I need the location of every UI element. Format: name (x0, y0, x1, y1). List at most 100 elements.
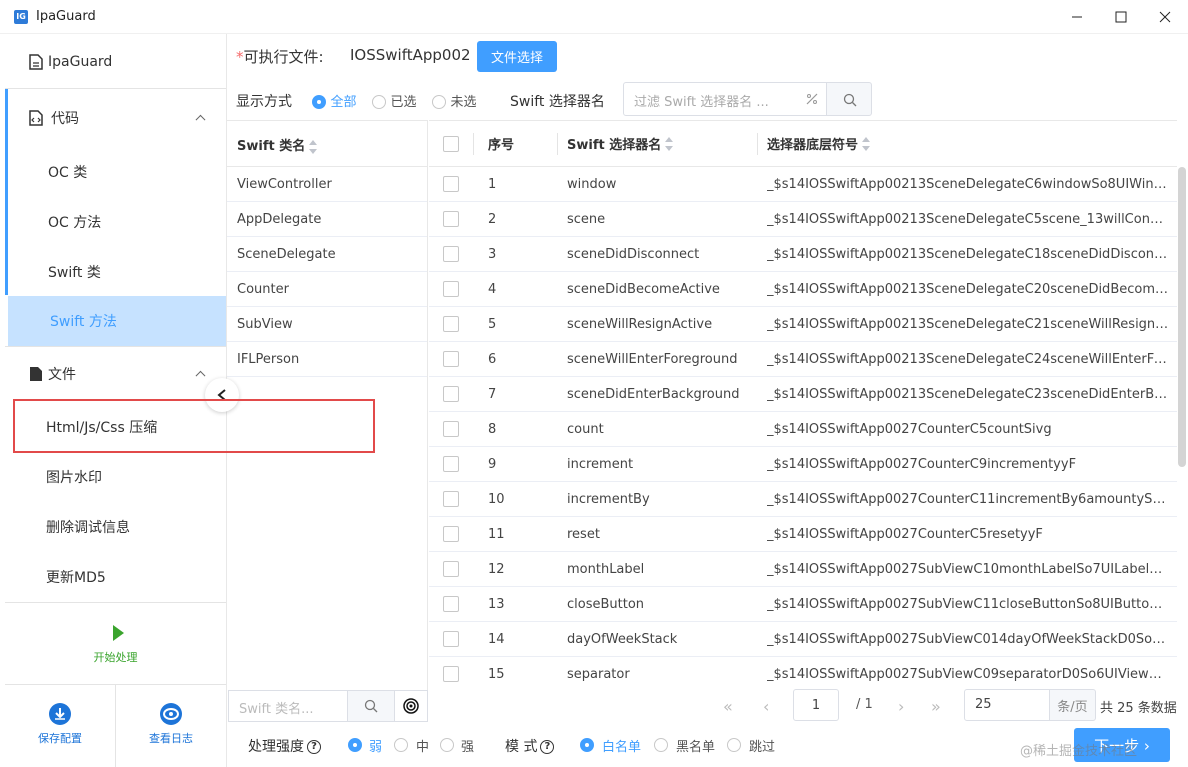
chevron-up-icon (195, 370, 206, 381)
display-selected-radio[interactable]: 已选 (372, 91, 416, 110)
window-title: IpaGuard (36, 9, 96, 24)
row-number: 11 (488, 526, 505, 542)
selector-search-button[interactable] (826, 82, 872, 116)
collapse-sidebar-button[interactable] (205, 378, 239, 412)
strength-strong-radio[interactable] (440, 737, 454, 753)
maximize-button[interactable] (1098, 0, 1144, 34)
table-row[interactable]: SceneDelegate (227, 237, 427, 272)
swift-method-table: 序号 Swift 选择器名 选择器底层符号 1 window _$s14IOSSwi… (429, 120, 1177, 690)
last-page-button[interactable]: » (931, 697, 941, 716)
row-checkbox[interactable] (443, 386, 459, 402)
sidebar-group-code[interactable]: 代码 (5, 98, 226, 138)
selector-symbol: _$s14IOSSwiftApp00213SceneDelegateC5scen… (767, 211, 1169, 227)
select-all-checkbox[interactable] (443, 135, 459, 152)
selector-filter-input[interactable]: 过滤 Swift 选择器名 ... (623, 82, 827, 116)
class-table-header[interactable]: Swift 类名 (227, 120, 427, 167)
display-all-radio[interactable]: 全部 (312, 91, 356, 110)
sidebar-item-update-md5[interactable]: 更新MD5 (5, 552, 226, 602)
sidebar-group-file[interactable]: 文件 (5, 354, 226, 394)
table-row[interactable]: 2 scene _$s14IOSSwiftApp00213SceneDelegate… (429, 202, 1177, 237)
clear-filter-icon[interactable] (806, 93, 818, 105)
help-icon[interactable]: ? (307, 740, 321, 754)
choose-file-button[interactable]: 文件选择 (477, 41, 557, 72)
table-row[interactable]: AppDelegate (227, 202, 427, 237)
row-checkbox[interactable] (443, 631, 459, 647)
table-row[interactable]: 10 incrementBy _$s14IOSSwiftApp0027Counter… (429, 482, 1177, 517)
row-checkbox[interactable] (443, 246, 459, 262)
table-row[interactable]: 11 reset _$s14IOSSwiftApp0027CounterC5rese… (429, 517, 1177, 552)
table-row[interactable]: SubView (227, 307, 427, 342)
table-row[interactable]: 3 sceneDidDisconnect _$s14IOSSwiftApp00213… (429, 237, 1177, 272)
column-header-symbol[interactable]: 选择器底层符号 (767, 121, 1169, 166)
help-icon[interactable]: ? (540, 740, 555, 754)
minimize-button[interactable] (1054, 0, 1100, 34)
view-log-button[interactable]: 查看日志 (115, 685, 225, 767)
sidebar-item-oc-method[interactable]: OC 方法 (5, 197, 226, 247)
display-unselected-radio[interactable]: 未选 (432, 91, 476, 110)
row-checkbox[interactable] (443, 561, 459, 577)
selector-name: monthLabel (567, 561, 645, 577)
mode-whitelist-radio[interactable] (580, 737, 594, 753)
close-button[interactable] (1142, 0, 1188, 34)
column-header-selector[interactable]: Swift 选择器名 (567, 121, 757, 166)
selector-name: dayOfWeekStack (567, 631, 678, 647)
row-checkbox[interactable] (443, 211, 459, 227)
table-row[interactable]: 1 window _$s14IOSSwiftApp00213SceneDelegat… (429, 167, 1177, 202)
row-checkbox[interactable] (443, 491, 459, 507)
sort-icon[interactable] (862, 136, 871, 151)
class-search-input[interactable]: Swift 类名... (228, 690, 348, 722)
row-checkbox[interactable] (443, 281, 459, 297)
sidebar-item-swift-method[interactable]: Swift 方法 (8, 296, 226, 346)
mode-label: 模 式? (505, 736, 555, 756)
table-row[interactable]: 15 separator _$s14IOSSwiftApp0027SubViewC0… (429, 657, 1177, 690)
column-header-no[interactable]: 序号 (488, 121, 548, 166)
row-number: 6 (488, 351, 497, 367)
row-checkbox[interactable] (443, 176, 459, 192)
table-row[interactable]: 8 count _$s14IOSSwiftApp0027CounterC5count… (429, 412, 1177, 447)
table-scrollbar[interactable] (1178, 167, 1186, 467)
sidebar-brand[interactable]: IpaGuard (5, 42, 226, 82)
table-row[interactable]: 13 closeButton _$s14IOSSwiftApp0027SubView… (429, 587, 1177, 622)
table-row[interactable]: 12 monthLabel _$s14IOSSwiftApp0027SubViewC… (429, 552, 1177, 587)
locate-button[interactable] (394, 690, 428, 722)
strength-weak-radio[interactable] (348, 737, 362, 753)
prev-page-button[interactable]: ‹ (763, 697, 769, 716)
save-config-button[interactable]: 保存配置 (5, 685, 115, 767)
class-search-button[interactable] (347, 690, 395, 722)
sidebar-group-label: 代码 (51, 111, 79, 127)
table-row[interactable]: Counter (227, 272, 427, 307)
selector-name: sceneWillEnterForeground (567, 351, 738, 367)
row-checkbox[interactable] (443, 596, 459, 612)
table-row[interactable]: 14 dayOfWeekStack _$s14IOSSwiftApp0027SubV… (429, 622, 1177, 657)
row-checkbox[interactable] (443, 456, 459, 472)
sidebar-item-oc-class[interactable]: OC 类 (5, 147, 226, 197)
start-process-button[interactable]: 开始处理 (5, 602, 226, 684)
sidebar-item-swift-class[interactable]: Swift 类 (5, 247, 226, 297)
first-page-button[interactable]: « (723, 697, 733, 716)
row-checkbox[interactable] (443, 666, 459, 682)
table-row[interactable]: 6 sceneWillEnterForeground _$s14IOSSwiftAp… (429, 342, 1177, 377)
row-checkbox[interactable] (443, 421, 459, 437)
table-row[interactable]: 4 sceneDidBecomeActive _$s14IOSSwiftApp002… (429, 272, 1177, 307)
table-row[interactable]: 7 sceneDidEnterBackground _$s14IOSSwiftApp… (429, 377, 1177, 412)
next-page-button[interactable]: › (898, 697, 904, 716)
table-row[interactable]: IFLPerson (227, 342, 427, 377)
table-row[interactable]: 9 increment _$s14IOSSwiftApp0027CounterC9i… (429, 447, 1177, 482)
selector-symbol: _$s14IOSSwiftApp00213SceneDelegateC20sce… (767, 281, 1169, 297)
mode-skip-radio[interactable] (727, 737, 741, 753)
selector-symbol: _$s14IOSSwiftApp00213SceneDelegateC24sce… (767, 351, 1169, 367)
sort-icon[interactable] (309, 139, 318, 154)
sort-icon[interactable] (665, 136, 674, 151)
table-row[interactable]: ViewController (227, 167, 427, 202)
row-checkbox[interactable] (443, 351, 459, 367)
sidebar-item-html-compress[interactable]: Html/Js/Css 压缩 (5, 402, 226, 452)
row-checkbox[interactable] (443, 526, 459, 542)
strength-medium-radio[interactable] (394, 737, 408, 753)
page-size-input[interactable]: 25 (964, 689, 1050, 721)
mode-blacklist-radio[interactable] (654, 737, 668, 753)
row-checkbox[interactable] (443, 316, 459, 332)
sidebar-item-remove-debug[interactable]: 删除调试信息 (5, 502, 226, 552)
page-number-input[interactable]: 1 (793, 689, 839, 721)
table-row[interactable]: 5 sceneWillResignActive _$s14IOSSwiftApp00… (429, 307, 1177, 342)
sidebar-item-image-watermark[interactable]: 图片水印 (5, 452, 226, 502)
